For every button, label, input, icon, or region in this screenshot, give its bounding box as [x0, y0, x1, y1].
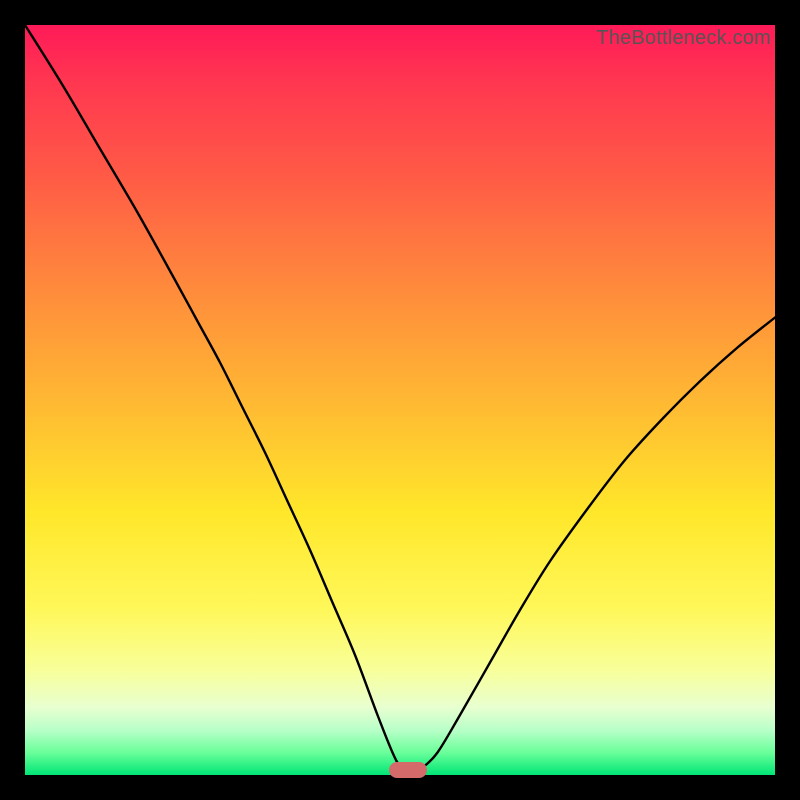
plot-area: TheBottleneck.com	[25, 25, 775, 775]
minimum-marker	[389, 762, 427, 778]
chart-frame: TheBottleneck.com	[0, 0, 800, 800]
bottleneck-curve	[25, 25, 775, 775]
